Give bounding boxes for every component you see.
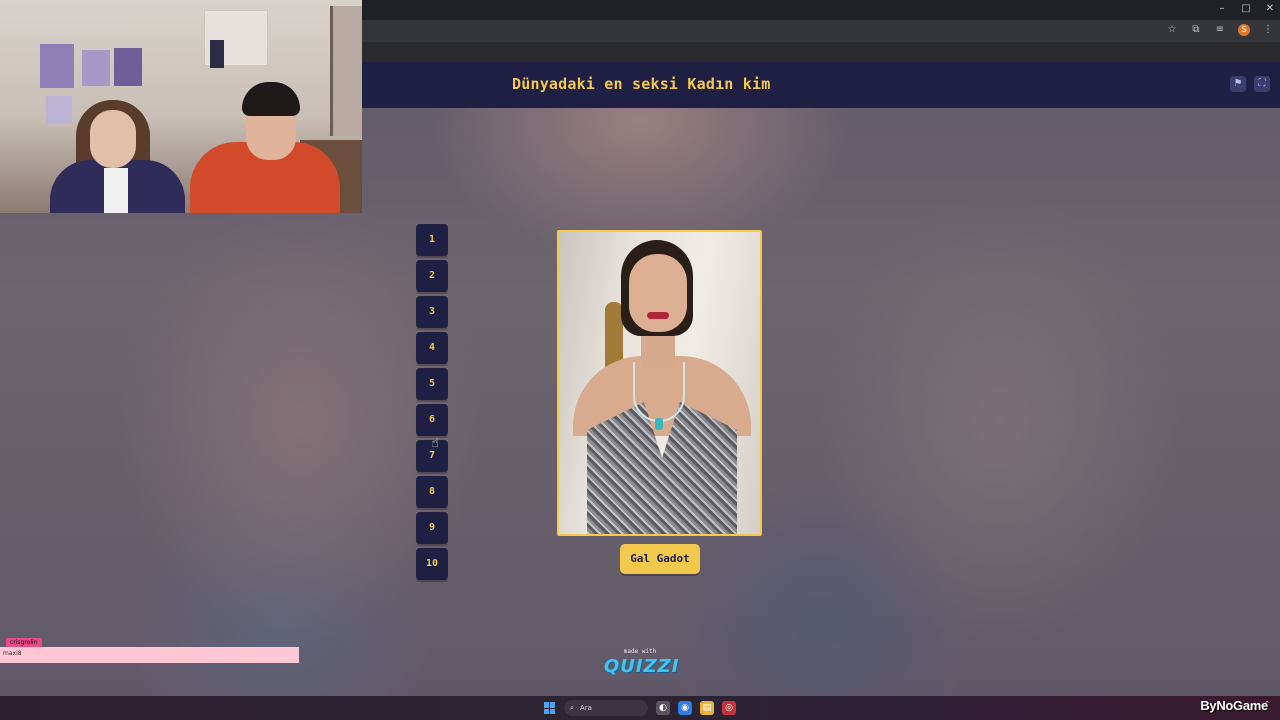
channel-watermark: ByNoGame: [1200, 698, 1268, 713]
answer-photo: [557, 230, 762, 536]
chrome-icon[interactable]: ◉: [678, 701, 692, 715]
app-icon[interactable]: ◎: [722, 701, 736, 715]
round-button-5[interactable]: 5: [416, 368, 448, 400]
answer-button[interactable]: Gal Gadot: [620, 544, 700, 574]
kebab-menu-icon[interactable]: ⋮: [1262, 24, 1274, 36]
round-button-10[interactable]: 10: [416, 548, 448, 580]
chat-message: maxi8: [3, 650, 22, 657]
media-icon[interactable]: ≡: [1214, 24, 1226, 36]
widgets-icon[interactable]: ◐: [656, 701, 670, 715]
bookmark-star-icon[interactable]: ☆: [1166, 24, 1178, 36]
bookmarks-bar: [362, 42, 1280, 62]
round-button-6[interactable]: 6: [416, 404, 448, 436]
search-icon: ⌕: [570, 704, 574, 712]
webcam-overlay: [0, 0, 362, 213]
round-button-1[interactable]: 1: [416, 224, 448, 256]
fullscreen-icon[interactable]: ⛶: [1254, 76, 1270, 92]
quiz-title: Dünyadaki en seksi Kadın kim: [512, 75, 771, 93]
round-button-2[interactable]: 2: [416, 260, 448, 292]
mouse-cursor-icon: ☝: [431, 436, 439, 451]
flag-icon[interactable]: ⚑: [1230, 76, 1246, 92]
screen: – □ ✕ ☆ ⧉ ≡ S ⋮ Dünyadaki en seksi Kadın…: [0, 0, 1280, 720]
minimize-button[interactable]: –: [1216, 2, 1228, 16]
chat-bar: [0, 647, 299, 663]
round-button-9[interactable]: 9: [416, 512, 448, 544]
quizzi-logo[interactable]: QUIZZI: [604, 656, 678, 677]
made-with-label: made with: [623, 648, 657, 655]
browser-toolbar: ☆ ⧉ ≡ S ⋮: [362, 20, 1280, 42]
taskbar: ⌕ Ara ◐ ◉ ▤ ◎ ⌃: [0, 696, 1280, 720]
window-controls: – □ ✕: [1216, 2, 1276, 16]
maximize-button[interactable]: □: [1240, 2, 1252, 16]
file-explorer-icon[interactable]: ▤: [700, 701, 714, 715]
round-button-4[interactable]: 4: [416, 332, 448, 364]
taskbar-search[interactable]: ⌕ Ara: [564, 700, 648, 716]
extensions-icon[interactable]: ⧉: [1190, 24, 1202, 36]
quiz-header: Dünyadaki en seksi Kadın kim ⚑ ⛶: [362, 62, 1280, 108]
round-button-3[interactable]: 3: [416, 296, 448, 328]
close-button[interactable]: ✕: [1264, 2, 1276, 16]
windows-start-icon[interactable]: [544, 702, 556, 714]
profile-avatar[interactable]: S: [1238, 24, 1250, 36]
search-placeholder: Ara: [579, 704, 592, 712]
round-number-list: 1 2 3 4 5 6 7 8 9 10: [416, 224, 448, 580]
browser-titlebar: – □ ✕: [362, 0, 1280, 20]
chat-username: crisgrolin: [6, 638, 42, 647]
round-button-8[interactable]: 8: [416, 476, 448, 508]
